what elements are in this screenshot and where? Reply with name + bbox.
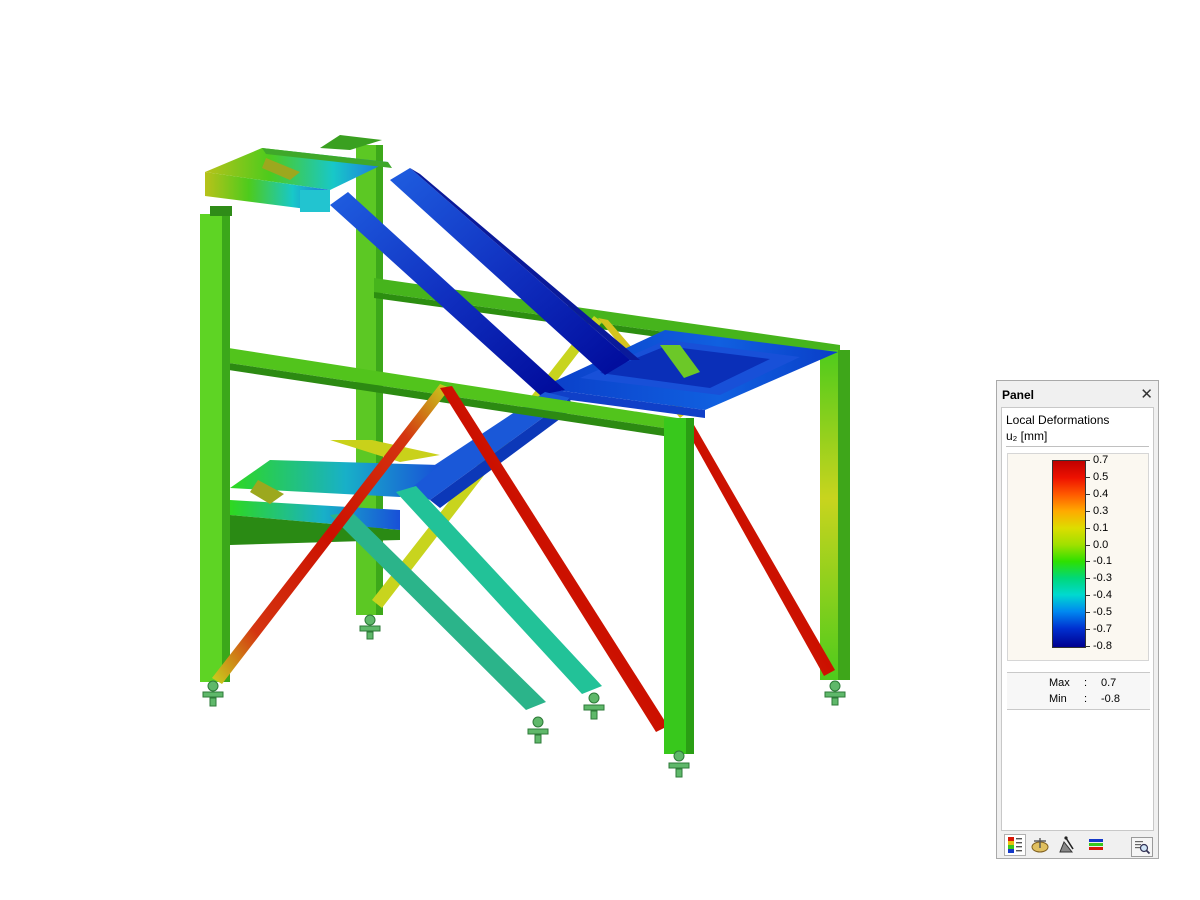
min-label: Min — [1049, 693, 1067, 705]
results-panel: Panel ✕ Local Deformations u₂ [mm] 0.7 0.… — [996, 380, 1159, 859]
tab-balance[interactable] — [1029, 834, 1051, 856]
legend-tick — [1085, 476, 1090, 478]
tab-color-scale[interactable] — [1004, 834, 1026, 856]
min-value: -0.8 — [1101, 693, 1120, 705]
panel-tab-bar — [1001, 833, 1154, 857]
panel-body: Local Deformations u₂ [mm] 0.7 0.5 0.4 0.3 0… — [1001, 407, 1154, 857]
panel-header: Panel ✕ — [997, 381, 1158, 407]
max-value: 0.7 — [1101, 677, 1117, 689]
legend-tick — [1085, 527, 1090, 529]
front-right-column — [664, 418, 694, 754]
legend-tick — [1085, 629, 1090, 631]
result-type-title: Local Deformations — [1006, 413, 1110, 427]
tab-section-properties[interactable] — [1056, 834, 1078, 856]
balance-icon — [1031, 838, 1049, 853]
tab-layers[interactable] — [1085, 834, 1107, 856]
legend-tick — [1085, 646, 1090, 647]
legend-value: -0.4 — [1093, 589, 1112, 602]
result-unit-label: u₂ [mm] — [1006, 429, 1048, 443]
legend-tick — [1085, 578, 1090, 580]
legend-value: 0.4 — [1093, 487, 1109, 500]
close-icon[interactable]: ✕ — [1140, 385, 1153, 403]
legend-value: 0.3 — [1093, 504, 1109, 517]
color-scale-icon — [1008, 837, 1022, 853]
color-scale-bar — [1052, 460, 1086, 648]
legend-value: -0.5 — [1093, 606, 1112, 619]
color-legend: 0.7 0.5 0.4 0.3 0.1 0.0 -0.1 -0.3 -0.4 -0.5 -0.7 -0… — [1007, 453, 1149, 661]
section-properties-icon — [1059, 836, 1074, 853]
min-max-summary: Max : 0.7 Min : -0.8 — [1007, 672, 1150, 710]
legend-value: -0.8 — [1093, 640, 1112, 652]
max-label: Max — [1049, 677, 1070, 689]
legend-tick — [1085, 460, 1090, 461]
front-left-column — [200, 206, 232, 682]
legend-value: -0.3 — [1093, 572, 1112, 585]
legend-value: -0.1 — [1093, 555, 1112, 568]
panel-title: Panel — [1002, 388, 1035, 402]
legend-value: 0.0 — [1093, 538, 1109, 551]
legend-value: 0.1 — [1093, 521, 1109, 534]
legend-tick — [1085, 493, 1090, 495]
legend-value: 0.5 — [1093, 470, 1109, 483]
layers-icon — [1089, 839, 1103, 850]
legend-value: -0.7 — [1093, 623, 1112, 636]
legend-value: 0.7 — [1093, 454, 1109, 466]
legend-tick — [1085, 595, 1090, 597]
max-separator: : — [1084, 677, 1088, 689]
divider — [1006, 446, 1149, 447]
legend-tick — [1085, 510, 1090, 512]
min-separator: : — [1084, 693, 1088, 705]
legend-tick — [1085, 561, 1090, 563]
legend-tick — [1085, 612, 1090, 614]
right-column — [820, 350, 850, 680]
legend-tick — [1085, 544, 1090, 546]
